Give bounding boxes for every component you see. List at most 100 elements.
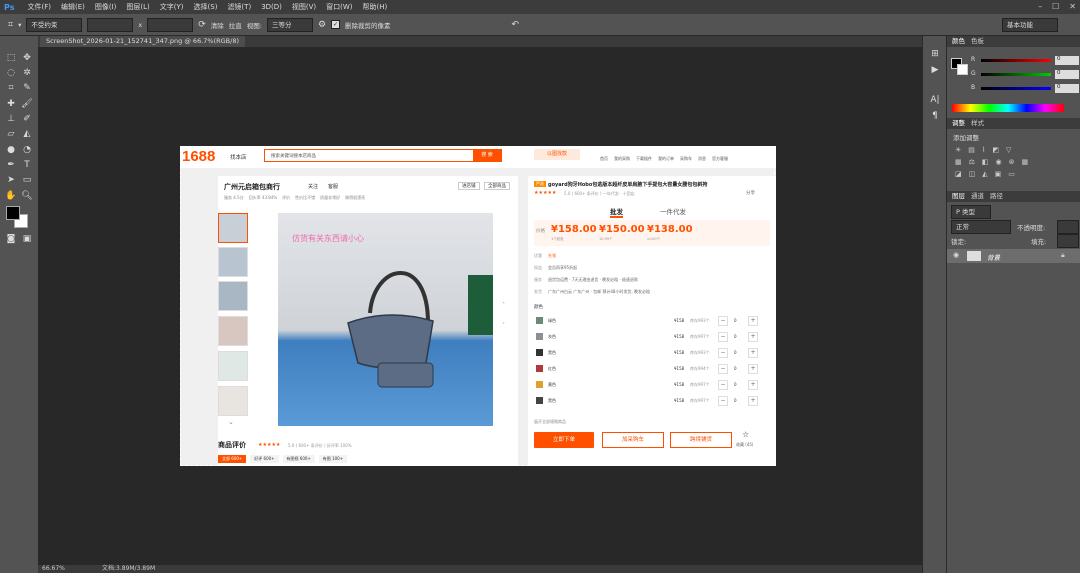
arrow-down-icon[interactable]: ˅ xyxy=(502,322,505,329)
curves-icon[interactable]: ⌇ xyxy=(982,146,985,154)
star-icon[interactable]: ☆ xyxy=(742,430,749,439)
hue-icon[interactable]: ▦ xyxy=(955,158,962,166)
qty-plus-button[interactable]: + xyxy=(748,380,758,390)
hand-tool-icon[interactable]: ✋ xyxy=(5,190,17,202)
g-slider[interactable] xyxy=(981,73,1051,76)
qty-minus-button[interactable]: − xyxy=(718,396,728,406)
add-cart-button[interactable]: 加采购车 xyxy=(602,432,664,448)
blur-tool-icon[interactable]: ● xyxy=(5,144,17,156)
menu-file[interactable]: 文件(F) xyxy=(22,2,56,12)
posterize-icon[interactable]: ◫ xyxy=(969,170,976,178)
screen-mode-icon[interactable]: ▣ xyxy=(21,233,33,245)
tool-preset-arrow-icon[interactable]: ▾ xyxy=(18,21,21,29)
b-value[interactable]: 0 xyxy=(1055,84,1079,93)
nav-download[interactable]: 下载插件 xyxy=(636,148,652,162)
qty-minus-button[interactable]: − xyxy=(718,316,728,326)
menu-3d[interactable]: 3D(D) xyxy=(256,3,287,11)
qty-minus-button[interactable]: − xyxy=(718,380,728,390)
healing-tool-icon[interactable]: ✚ xyxy=(5,98,17,110)
find-shop-label[interactable]: 找本店 xyxy=(230,153,247,161)
levels-icon[interactable]: ▤ xyxy=(968,146,975,154)
menu-edit[interactable]: 编辑(E) xyxy=(56,2,90,12)
review-tab-all[interactable]: 全部 600+ xyxy=(218,455,247,463)
menu-type[interactable]: 文字(Y) xyxy=(155,2,189,12)
paragraph-icon[interactable]: ¶ xyxy=(929,110,941,122)
pen-tool-icon[interactable]: ✒ xyxy=(5,159,17,171)
tab-wholesale[interactable]: 批发 xyxy=(610,206,623,218)
dodge-tool-icon[interactable]: ◔ xyxy=(21,144,33,156)
all-products-button[interactable]: 全部商品 xyxy=(484,182,510,190)
delete-cropped-checkbox[interactable]: ✓ xyxy=(331,20,341,29)
qty-plus-button[interactable]: + xyxy=(748,364,758,374)
tab-paths[interactable]: 路径 xyxy=(990,191,1003,202)
qty-plus-button[interactable]: + xyxy=(748,332,758,342)
favorite-count[interactable]: 收藏 (45) xyxy=(736,442,753,448)
bucket-tool-icon[interactable]: ◭ xyxy=(21,128,33,140)
width-input[interactable] xyxy=(87,17,134,32)
eye-icon[interactable]: ◉ xyxy=(953,251,959,259)
marquee-tool-icon[interactable]: ⬚ xyxy=(5,52,17,64)
menu-filter[interactable]: 滤镜(T) xyxy=(222,2,256,12)
height-input[interactable] xyxy=(147,17,194,32)
thumbnail[interactable] xyxy=(218,351,248,381)
bw-icon[interactable]: ◧ xyxy=(982,158,989,166)
tab-swatches[interactable]: 色板 xyxy=(971,36,984,47)
contact-button[interactable]: 客服 xyxy=(328,183,338,190)
shape-tool-icon[interactable]: ▭ xyxy=(21,174,33,186)
path-select-tool-icon[interactable]: ➤ xyxy=(5,174,17,186)
tab-adjustments[interactable]: 调整 xyxy=(952,118,965,129)
close-icon[interactable]: ✕ xyxy=(1069,2,1076,11)
workspace-select[interactable]: 基本功能 xyxy=(1002,17,1058,32)
actions-icon[interactable]: ▶ xyxy=(929,64,941,76)
move-tool-icon[interactable]: ✥ xyxy=(21,52,33,64)
nav-cart[interactable]: 采购车 xyxy=(680,148,692,162)
menu-view[interactable]: 视图(V) xyxy=(287,2,321,12)
quick-mask-icon[interactable]: ◙ xyxy=(5,233,17,245)
brush-tool-icon[interactable]: 🖌 xyxy=(21,98,33,110)
zoom-tool-icon[interactable]: 🔍︎ xyxy=(21,190,33,202)
thumbnail[interactable] xyxy=(218,281,248,311)
tab-color[interactable]: 颜色 xyxy=(952,36,965,47)
brightness-icon[interactable]: ☀ xyxy=(955,146,961,154)
search-box[interactable]: 搜索关键词搜本店商品 搜 索 xyxy=(264,149,502,162)
thumbnail[interactable] xyxy=(218,213,248,243)
tab-layers[interactable]: 图层 xyxy=(952,191,965,202)
site-logo[interactable]: 1688 xyxy=(182,148,215,165)
expand-skus-link[interactable]: 展开全部规格商品 xyxy=(534,419,566,425)
overlay-view-select[interactable]: 三等分 xyxy=(266,17,313,32)
info-value[interactable]: 先领 xyxy=(548,253,556,258)
qty-value[interactable]: 0 xyxy=(734,366,737,371)
arrow-up-icon[interactable]: ˄ xyxy=(502,302,505,309)
maximize-icon[interactable]: ☐ xyxy=(1052,2,1059,11)
canvas-image[interactable]: 1688 找本店 搜索关键词搜本店商品 搜 索 以图找款 首页 我的采购 下载插… xyxy=(180,146,776,466)
qty-minus-button[interactable]: − xyxy=(718,332,728,342)
info-value[interactable]: 会员再享95折起 xyxy=(548,265,577,270)
thumbnail[interactable] xyxy=(218,247,248,277)
tab-dropship[interactable]: 一件代发 xyxy=(660,206,686,216)
qty-value[interactable]: 0 xyxy=(734,334,737,339)
dropship-button[interactable]: 跨境铺货 xyxy=(670,432,732,448)
bg-color-swatch[interactable] xyxy=(957,64,968,75)
review-tab-video[interactable]: 有图视 600+ xyxy=(282,455,315,463)
lasso-tool-icon[interactable]: ◌ xyxy=(5,67,17,79)
layer-kind-filter[interactable]: P 类型 xyxy=(951,205,991,219)
channel-mixer-icon[interactable]: ⊛ xyxy=(1009,158,1015,166)
layer-row[interactable]: ◉ 背景 🔒︎ xyxy=(947,249,1080,263)
stamp-tool-icon[interactable]: ⊥ xyxy=(5,113,17,125)
info-value[interactable]: 广东广州白云 广东广州 · 包邮 预计48小时发货, 晚发必赔 xyxy=(548,289,650,294)
r-value[interactable]: 0 xyxy=(1055,56,1079,65)
character-icon[interactable]: A| xyxy=(929,94,941,106)
qty-value[interactable]: 0 xyxy=(734,398,737,403)
opacity-input[interactable] xyxy=(1057,220,1079,234)
layer-name[interactable]: 背景 xyxy=(987,252,1000,262)
thumbnail[interactable] xyxy=(218,316,248,346)
gear-icon[interactable]: ⚙ xyxy=(318,20,326,30)
tab-channels[interactable]: 通道 xyxy=(971,191,984,202)
review-tab-good[interactable]: 好评 600+ xyxy=(250,455,279,463)
selective-color-icon[interactable]: ▣ xyxy=(995,170,1002,178)
menu-select[interactable]: 选择(S) xyxy=(189,2,223,12)
review-tab-image[interactable]: 有图 100+ xyxy=(318,455,348,463)
document-tab[interactable]: ScreenShot_2026-01-21_152741_347.png @ 6… xyxy=(40,36,245,47)
color-spectrum[interactable] xyxy=(952,104,1064,112)
aspect-ratio-select[interactable]: 不受约束 xyxy=(26,17,83,32)
